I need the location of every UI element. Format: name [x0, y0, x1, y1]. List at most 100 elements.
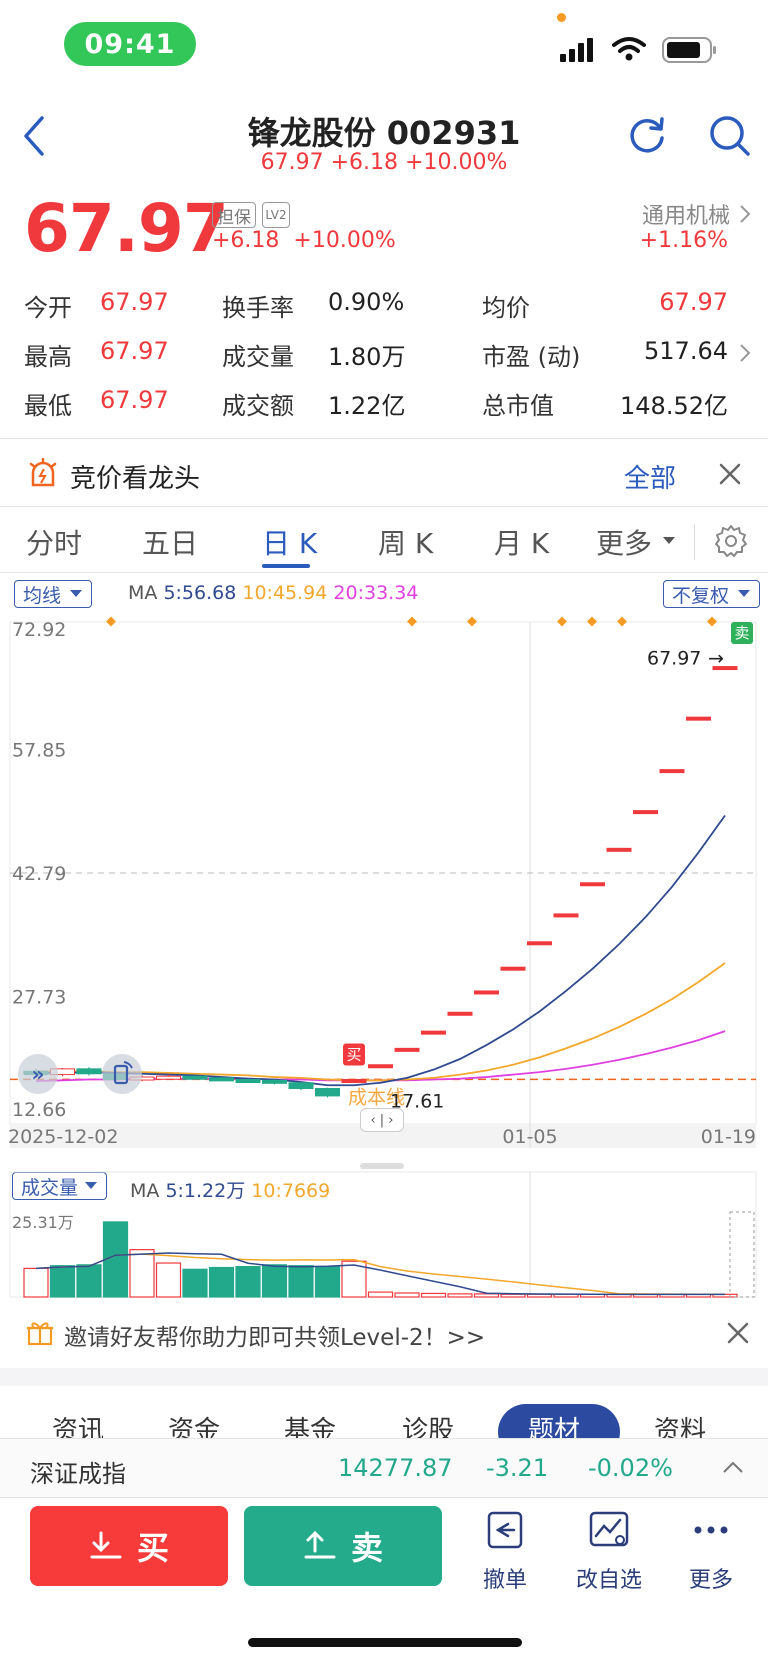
industry-change: +1.16% [639, 228, 728, 253]
more-dots-icon [694, 1526, 728, 1534]
x-axis-label: 01-05 [502, 1126, 557, 1148]
industry-name[interactable]: 通用机械 [642, 198, 730, 230]
tab-more[interactable]: 更多 [596, 522, 652, 562]
label-low: 最低 [24, 392, 72, 420]
divider [0, 1497, 768, 1498]
value-pe[interactable]: 517.64 [644, 337, 728, 365]
buy-marker[interactable]: 买 [343, 1043, 365, 1066]
label-avg: 均价 [482, 294, 530, 322]
more-button[interactable]: 更多 [666, 1510, 756, 1594]
volume-bar [261, 1264, 288, 1298]
cancel-order-icon [487, 1511, 523, 1549]
rotate-screen-icon[interactable] [102, 1054, 142, 1094]
divider [694, 524, 695, 560]
label-turnover: 换手率 [222, 294, 294, 322]
candle-body [315, 1088, 340, 1097]
sell-marker-label: 卖 [735, 624, 750, 642]
caret-down-icon [70, 590, 83, 597]
candle-body [659, 769, 685, 774]
close-icon[interactable] [726, 1321, 750, 1345]
volume-bar [76, 1264, 102, 1298]
wifi-icon [612, 37, 646, 61]
candle-body [262, 1079, 287, 1084]
label-market-cap: 总市值 [482, 392, 554, 420]
section-gap [0, 1368, 768, 1386]
section-tab-theme[interactable]: 题材 [528, 1410, 580, 1438]
arrow-right-icon: → [708, 648, 724, 670]
candle-body [341, 1079, 367, 1084]
expand-icon[interactable]: » [18, 1054, 58, 1094]
y-axis-label: 42.79 [12, 863, 66, 885]
limit-up-dot [617, 616, 627, 627]
candle-body [209, 1077, 234, 1082]
candle-body [500, 966, 526, 971]
privacy-indicator-dot [557, 13, 566, 22]
volume-bar [447, 1293, 473, 1298]
chart-drag-handle[interactable]: ‹ | › [360, 1108, 404, 1132]
price-change: +6.18 +10.00% [212, 228, 396, 253]
indicator-select[interactable]: 均线 [14, 580, 93, 608]
buy-marker-label: 买 [347, 1046, 362, 1064]
section-tab-profile[interactable]: 资料 [654, 1410, 706, 1438]
x-axis-label: 01-19 [701, 1126, 756, 1148]
section-tab-fund[interactable]: 基金 [284, 1410, 336, 1438]
volume-bar [155, 1262, 182, 1298]
candle-body [633, 810, 658, 815]
buy-button[interactable]: 买 [30, 1506, 228, 1586]
adjust-select-label: 不复权 [671, 584, 729, 607]
chevron-right-icon[interactable] [738, 203, 752, 225]
section-tab-diagnosis[interactable]: 诊股 [402, 1410, 454, 1438]
ma20-value: 20:33.34 [333, 582, 419, 604]
section-tabs: 资讯 资金 基金 诊股 题材 资料 [0, 1386, 768, 1438]
banner-text[interactable]: 竞价看龙头 [70, 458, 200, 495]
refresh-icon[interactable] [626, 114, 668, 156]
index-change: -3.21 [486, 1454, 549, 1482]
cancel-order-button[interactable]: 撤单 [460, 1510, 550, 1594]
edit-watchlist-button[interactable]: 改自选 [564, 1510, 654, 1594]
active-tab-indicator [262, 564, 310, 568]
volume-chart[interactable]: 25.31万 [0, 1170, 768, 1300]
caret-down-icon[interactable] [662, 536, 676, 546]
tab-intraday[interactable]: 分时 [26, 522, 82, 562]
section-tab-news[interactable]: 资讯 [52, 1410, 104, 1438]
label-pe: 市盈 (动) [482, 343, 581, 371]
gift-icon [27, 1322, 53, 1346]
volume-placeholder-bar [729, 1211, 755, 1298]
volume-bar [288, 1265, 314, 1298]
close-icon[interactable] [718, 462, 742, 486]
x-axis-label: 2025-12-02 [8, 1126, 118, 1148]
tab-daily-k[interactable]: 日 K [262, 522, 317, 562]
divider [0, 438, 768, 439]
chevron-up-icon[interactable] [722, 1460, 744, 1474]
search-icon[interactable] [708, 114, 752, 158]
download-arrow-icon [90, 1531, 122, 1559]
promo-text[interactable]: 邀请好友帮你助力即可共领Level-2！>> [64, 1318, 485, 1352]
candle-body [76, 1068, 102, 1075]
ma10-value: 10:45.94 [242, 582, 328, 604]
divider [0, 572, 768, 573]
chevron-right-icon[interactable] [738, 342, 752, 364]
limit-up-dot [106, 616, 116, 627]
candle-body [288, 1082, 314, 1090]
volume-bar [49, 1265, 76, 1298]
tab-weekly-k[interactable]: 周 K [378, 522, 433, 562]
banner-all-link[interactable]: 全部 [624, 458, 676, 495]
sell-button[interactable]: 卖 [244, 1506, 442, 1586]
value-volume: 1.80万 [328, 343, 406, 371]
tab-monthly-k[interactable]: 月 K [494, 522, 549, 562]
section-tab-funds-flow[interactable]: 资金 [168, 1410, 220, 1438]
adjust-select[interactable]: 不复权 [662, 580, 760, 608]
candle-body [527, 941, 552, 946]
index-percent: -0.02% [588, 1454, 673, 1482]
candle-body [474, 990, 499, 995]
value-amount: 1.22亿 [328, 392, 406, 420]
more-label: 更多 [688, 1568, 733, 1593]
sell-marker[interactable]: 卖 [731, 622, 753, 644]
settings-gear-icon[interactable] [714, 524, 748, 558]
volume-bar [129, 1249, 155, 1298]
margin-tag: 担保 [212, 202, 256, 228]
value-market-cap: 148.52亿 [620, 392, 728, 420]
value-low: 67.97 [100, 386, 169, 414]
chart-resize-handle[interactable] [360, 1163, 404, 1169]
tab-five-day[interactable]: 五日 [142, 522, 198, 562]
